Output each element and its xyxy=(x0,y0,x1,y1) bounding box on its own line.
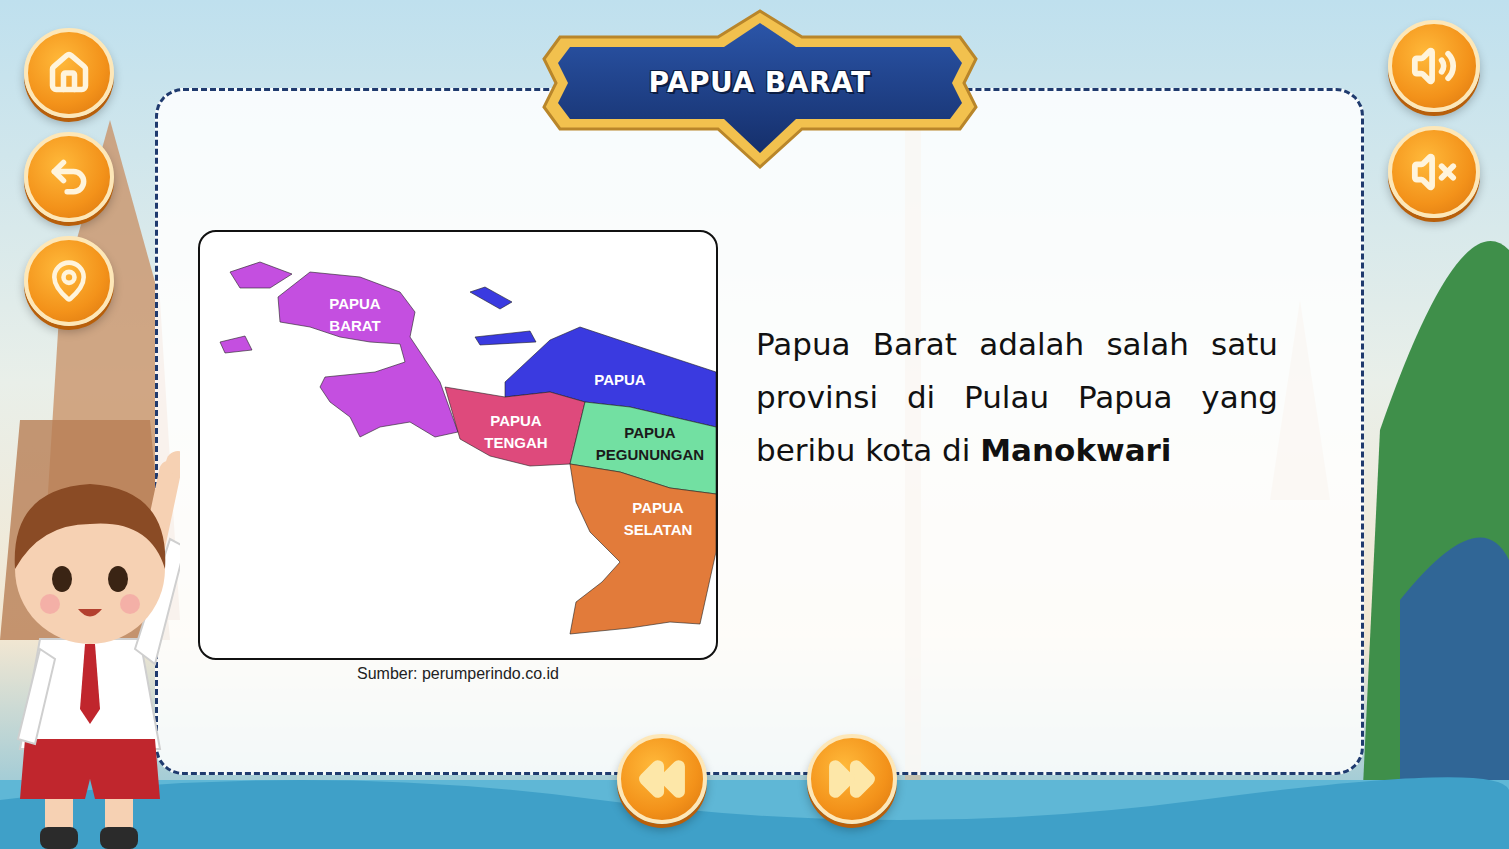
right-toolbar xyxy=(1388,0,1509,849)
home-button[interactable] xyxy=(24,28,114,118)
lesson-page: PAPUA BARATPAPUA BARATPAPUAPAPUA TENGAHP… xyxy=(0,0,1509,849)
mute-icon xyxy=(1411,149,1457,195)
back-button[interactable] xyxy=(24,132,114,222)
page-title: PAPUA BARAT xyxy=(648,66,870,99)
content-area: PAPUA BARATPAPUA BARATPAPUAPAPUA TENGAHP… xyxy=(155,0,1364,849)
home-icon xyxy=(47,51,91,95)
map-source: Sumber: perumperindo.co.id xyxy=(357,665,559,683)
mute-button[interactable] xyxy=(1388,126,1480,218)
next-button[interactable] xyxy=(807,734,897,824)
sound-on-button[interactable] xyxy=(1388,20,1480,112)
slide-navigation xyxy=(617,734,897,824)
region-label: PAPUA SELATAN xyxy=(624,497,693,541)
region-label: PAPUA BARAT xyxy=(329,293,380,337)
map-region xyxy=(570,464,716,634)
map-region xyxy=(220,262,458,437)
capital-name: Manokwari xyxy=(980,432,1171,468)
region-label: PAPUA xyxy=(594,369,645,391)
papua-map-icon xyxy=(200,232,716,658)
volume-icon xyxy=(1411,43,1457,89)
content-card: PAPUA BARATPAPUA BARAT PAPUA PAPUA TENGAH P… xyxy=(155,88,1364,775)
rewind-icon xyxy=(637,754,687,804)
description-text: Papua Barat adalah salah satu provinsi d… xyxy=(756,318,1278,477)
fast-forward-icon xyxy=(827,754,877,804)
map-figure: PAPUA BARAT PAPUA PAPUA TENGAH PAPUA PEGUNU… xyxy=(198,230,718,683)
region-label: PAPUA PEGUNUNGAN xyxy=(596,422,704,466)
previous-button[interactable] xyxy=(617,734,707,824)
map-pin-icon xyxy=(47,259,91,303)
map-region xyxy=(445,387,585,466)
region-label: PAPUA TENGAH xyxy=(484,410,547,454)
province-map: PAPUA BARAT PAPUA PAPUA TENGAH PAPUA PEGUNU… xyxy=(198,230,718,660)
map-button[interactable] xyxy=(24,236,114,326)
back-arrow-icon xyxy=(47,155,91,199)
title-banner: PAPUA BARAT xyxy=(540,7,980,172)
student-character-icon xyxy=(0,439,180,849)
